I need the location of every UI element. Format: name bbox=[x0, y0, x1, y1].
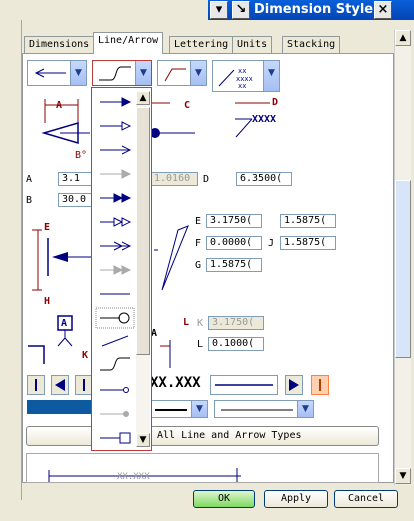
line-style-dropdown[interactable]: ▲ ▼ bbox=[91, 87, 152, 451]
label-d: D bbox=[272, 97, 279, 108]
text-placement-icon: xx xxxx xx bbox=[218, 67, 253, 90]
tab-stacking[interactable]: Stacking bbox=[282, 36, 341, 53]
preview-text: XX.XXX bbox=[117, 472, 150, 482]
chevron-down-icon: ▼ bbox=[135, 61, 151, 85]
label-k-field: K bbox=[197, 318, 204, 329]
field-j[interactable]: 1.5875( bbox=[280, 236, 336, 250]
chevron-down-icon: ▼ bbox=[190, 61, 206, 85]
line-font-icon bbox=[155, 409, 187, 411]
label-a-box: A bbox=[61, 318, 68, 329]
line-preview-box[interactable] bbox=[210, 375, 278, 395]
scroll-thumb[interactable] bbox=[395, 180, 411, 358]
tab-line-arrow[interactable]: Line/Arrow bbox=[93, 32, 164, 54]
field-e-right[interactable]: 1.5875( bbox=[280, 214, 336, 228]
line-width-combo[interactable]: ▼ bbox=[214, 400, 314, 418]
window-title: Dimension Style bbox=[254, 2, 374, 17]
label-l: L bbox=[183, 317, 190, 328]
preview-line bbox=[48, 468, 241, 482]
label-l-field: L bbox=[197, 339, 204, 350]
minimize-icon[interactable]: ▾ bbox=[210, 1, 228, 19]
svg-text:xx: xx bbox=[238, 67, 246, 75]
left-strip bbox=[0, 20, 22, 500]
pin-icon[interactable]: ↘ bbox=[232, 1, 250, 19]
field-e[interactable]: 3.1750( bbox=[206, 214, 262, 228]
vertical-scrollbar[interactable]: ▲ ▼ bbox=[394, 30, 411, 485]
svg-text:xx: xx bbox=[238, 82, 246, 90]
close-icon[interactable]: × bbox=[374, 1, 392, 19]
label-c: C bbox=[184, 100, 191, 111]
label-e: E bbox=[44, 222, 51, 233]
arrow-left-button[interactable] bbox=[51, 375, 69, 395]
tab-dimensions[interactable]: Dimensions bbox=[24, 36, 95, 53]
field-g[interactable]: 1.5875( bbox=[206, 258, 262, 272]
all-types-button[interactable]: All Line and Arrow Types bbox=[26, 426, 379, 446]
chevron-down-icon: ▼ bbox=[297, 401, 313, 417]
curve-line-icon bbox=[99, 66, 131, 81]
cancel-button[interactable]: Cancel bbox=[334, 490, 398, 508]
arrow-left-combo[interactable]: ▼ bbox=[27, 60, 87, 86]
label-a: A bbox=[56, 100, 63, 111]
dropdown-scroll-up-icon[interactable]: ▲ bbox=[136, 91, 150, 105]
label-h: H bbox=[44, 296, 51, 307]
chevron-down-icon: ▼ bbox=[70, 61, 86, 85]
field-f[interactable]: 0.0000( bbox=[206, 236, 262, 250]
label-a-field: A bbox=[26, 174, 33, 185]
title-bar: ▾ ↘ Dimension Style × bbox=[208, 0, 414, 20]
label-b-deg: B° bbox=[75, 150, 88, 161]
label-f-field: F bbox=[195, 238, 202, 249]
leader-icon bbox=[164, 68, 186, 82]
scroll-up-icon[interactable]: ▲ bbox=[395, 30, 411, 46]
all-types-label: All Line and Arrow Types bbox=[157, 430, 302, 441]
apply-button[interactable]: Apply bbox=[264, 490, 328, 508]
field-l[interactable]: 0.1000( bbox=[208, 337, 264, 351]
chevron-down-icon: ▼ bbox=[191, 401, 207, 417]
text-placement-combo[interactable]: xx xxxx xx ▼ bbox=[212, 60, 280, 92]
arrow-right-button[interactable] bbox=[285, 375, 303, 395]
label-g-field: G bbox=[195, 260, 202, 271]
line-style-options bbox=[95, 97, 135, 444]
field-k[interactable]: 3.1750( bbox=[208, 316, 264, 330]
field-d[interactable]: 6.3500( bbox=[236, 172, 292, 186]
tab-units[interactable]: Units bbox=[232, 36, 273, 53]
line-style-combo[interactable]: ▼ bbox=[92, 60, 152, 86]
dimension-diagram-top bbox=[41, 99, 270, 145]
preview-strip: XX.XXX bbox=[26, 453, 379, 483]
label-b-field: B bbox=[26, 195, 33, 206]
line-end-right-button[interactable] bbox=[311, 375, 329, 395]
preview-number: XX.XXX bbox=[150, 375, 201, 391]
label-xxxx: XXXX bbox=[252, 114, 277, 125]
chevron-down-icon: ▼ bbox=[263, 61, 279, 91]
arrow-left-icon bbox=[34, 68, 66, 78]
field-a-secondary[interactable]: 1.0160 bbox=[150, 172, 198, 186]
label-e-field: E bbox=[195, 216, 202, 227]
line-font-combo[interactable]: ▼ bbox=[150, 400, 208, 418]
line-end-left-button[interactable] bbox=[27, 375, 45, 395]
dropdown-scroll-thumb[interactable] bbox=[136, 107, 150, 355]
label-d-field: D bbox=[203, 174, 210, 185]
label-j-field: J bbox=[268, 238, 275, 249]
scroll-down-icon[interactable]: ▼ bbox=[395, 468, 411, 484]
dropdown-scroll-down-icon[interactable]: ▼ bbox=[136, 433, 150, 447]
leader-combo[interactable]: ▼ bbox=[157, 60, 207, 86]
dropdown-scrollbar[interactable]: ▲ ▼ bbox=[136, 91, 150, 447]
tab-lettering[interactable]: Lettering bbox=[169, 36, 234, 53]
ok-button[interactable]: OK bbox=[193, 490, 255, 508]
color-swatch[interactable] bbox=[27, 400, 93, 414]
label-k: K bbox=[82, 350, 89, 361]
line-width-icon bbox=[221, 409, 293, 411]
